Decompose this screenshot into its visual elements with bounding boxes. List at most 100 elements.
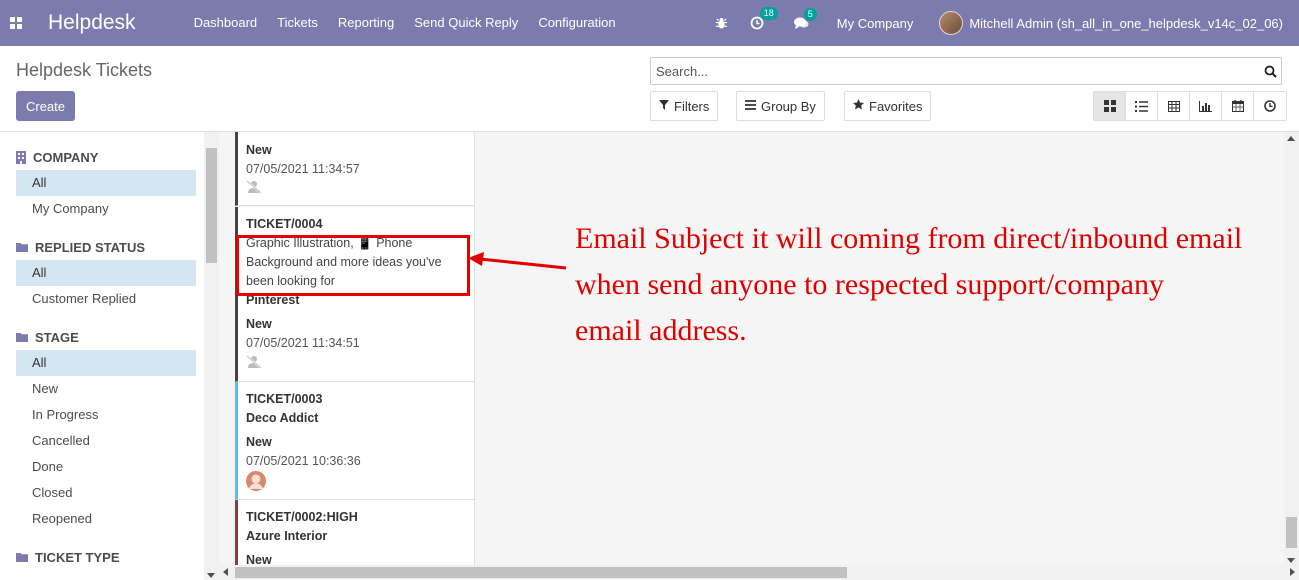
scroll-down-arrow-icon[interactable] xyxy=(207,573,215,578)
section-header-ticket-type: TICKET TYPE xyxy=(16,544,196,570)
activity-icon[interactable] xyxy=(1254,92,1286,120)
facet-stage-done[interactable]: Done xyxy=(16,454,196,480)
menu-tickets[interactable]: Tickets xyxy=(267,0,328,46)
menu-configuration[interactable]: Configuration xyxy=(528,0,625,46)
annotation-text: Email Subject it will coming from direct… xyxy=(575,216,1295,354)
group-by-button[interactable]: Group By xyxy=(736,91,825,121)
page-title: Helpdesk Tickets xyxy=(16,60,153,80)
card-date: 07/05/2021 11:34:51 xyxy=(246,336,360,350)
bug-icon[interactable] xyxy=(715,17,728,30)
section-title: STAGE xyxy=(35,329,79,345)
card-reference: TICKET/0004 xyxy=(246,217,323,231)
unassigned-user-icon[interactable] xyxy=(246,355,262,372)
facet-stage-in-progress[interactable]: In Progress xyxy=(16,402,196,428)
main-horizontal-scrollbar[interactable] xyxy=(219,565,1299,580)
search-icon[interactable] xyxy=(1259,60,1281,82)
section-title: REPLIED STATUS xyxy=(35,239,146,255)
facet-stage-cancelled[interactable]: Cancelled xyxy=(16,428,196,454)
search-panel: COMPANY All My Company REPLIED STATUS Al… xyxy=(0,132,204,580)
scroll-right-arrow-icon[interactable] xyxy=(1290,568,1295,576)
scroll-left-arrow-icon[interactable] xyxy=(223,568,228,576)
menu-dashboard[interactable]: Dashboard xyxy=(184,0,268,46)
card-partner: Azure Interior xyxy=(246,529,328,543)
facet-replied-all[interactable]: All xyxy=(16,260,196,286)
star-icon xyxy=(853,99,864,113)
card-stage: New xyxy=(246,435,272,449)
messages-icon[interactable]: 5 xyxy=(793,7,817,30)
menu-reporting[interactable]: Reporting xyxy=(328,0,404,46)
main-vertical-scrollbar[interactable] xyxy=(1284,132,1299,565)
kanban-column-new: New 07/05/2021 11:34:57 TICKET/0004 Grap… xyxy=(235,132,475,565)
main-menu: Dashboard Tickets Reporting Send Quick R… xyxy=(184,0,626,46)
replied-status-section: REPLIED STATUS All Customer Replied xyxy=(16,234,196,312)
top-navbar: Helpdesk Dashboard Tickets Reporting Sen… xyxy=(0,0,1299,46)
facet-stage-new[interactable]: New xyxy=(16,376,196,402)
annotation-line: email address. xyxy=(575,314,747,347)
control-panel: Helpdesk Tickets Create Filters Group By… xyxy=(0,46,1299,132)
scroll-up-arrow-icon[interactable] xyxy=(1287,136,1295,141)
facet-company-my-company[interactable]: My Company xyxy=(16,196,196,222)
main-scroll-thumb[interactable] xyxy=(1286,517,1297,548)
search-bar xyxy=(650,57,1282,85)
horizontal-scroll-thumb[interactable] xyxy=(235,567,847,578)
facet-company-all[interactable]: All xyxy=(16,170,196,196)
scroll-down-arrow-icon[interactable] xyxy=(1287,558,1295,563)
card-date: 07/05/2021 11:34:57 xyxy=(246,162,360,176)
calendar-icon[interactable] xyxy=(1222,92,1254,120)
annotation-line: Email Subject it will coming from direct… xyxy=(575,222,1243,255)
kanban-card[interactable]: TICKET/0002:HIGH Azure Interior New xyxy=(235,500,474,565)
message-count-badge: 5 xyxy=(803,7,817,21)
annotation-arrow xyxy=(468,252,567,270)
card-stage: New xyxy=(246,553,272,565)
company-switcher[interactable]: My Company xyxy=(837,16,914,31)
facet-stage-reopened[interactable]: Reopened xyxy=(16,506,196,532)
pivot-icon[interactable] xyxy=(1158,92,1190,120)
section-title: COMPANY xyxy=(33,149,99,165)
menu-send-quick-reply[interactable]: Send Quick Reply xyxy=(404,0,528,46)
annotation-line: when send anyone to respected support/co… xyxy=(575,268,1164,301)
filters-button[interactable]: Filters xyxy=(650,91,719,121)
card-date: 07/05/2021 10:36:36 xyxy=(246,454,361,468)
create-button[interactable]: Create xyxy=(16,91,75,121)
group-by-label: Group By xyxy=(761,98,816,114)
building-icon xyxy=(16,150,26,164)
facet-stage-all[interactable]: All xyxy=(16,350,196,376)
ticket-type-section: TICKET TYPE xyxy=(16,544,196,570)
user-avatar[interactable] xyxy=(939,11,964,35)
folder-icon xyxy=(16,242,28,252)
card-partner: Deco Addict xyxy=(246,411,319,425)
facet-stage-closed[interactable]: Closed xyxy=(16,480,196,506)
card-stage: New xyxy=(246,143,272,157)
kanban-card[interactable]: TICKET/0003 Deco Addict New 07/05/2021 1… xyxy=(235,382,474,500)
card-reference: TICKET/0003 xyxy=(246,392,323,406)
activity-clock-icon[interactable]: 18 xyxy=(750,7,778,30)
favorites-button[interactable]: Favorites xyxy=(844,91,932,121)
card-reference: TICKET/0002:HIGH xyxy=(246,510,358,524)
section-header-stage: STAGE xyxy=(16,324,196,350)
activity-count-badge: 18 xyxy=(759,7,778,20)
section-header-replied-status: REPLIED STATUS xyxy=(16,234,196,260)
unassigned-user-icon[interactable] xyxy=(246,180,262,197)
app-brand[interactable]: Helpdesk xyxy=(48,11,136,35)
list-icon[interactable] xyxy=(1126,92,1158,120)
folder-icon xyxy=(16,552,28,562)
funnel-icon xyxy=(659,99,669,113)
stage-section: STAGE All New In Progress Cancelled Done… xyxy=(16,324,196,532)
folder-icon xyxy=(16,332,28,342)
sidebar-scroll-thumb[interactable] xyxy=(206,148,217,263)
search-input[interactable] xyxy=(656,63,1259,79)
section-header-company: COMPANY xyxy=(16,144,196,170)
user-menu[interactable]: Mitchell Admin (sh_all_in_one_helpdesk_v… xyxy=(969,16,1283,31)
kanban-card[interactable]: New 07/05/2021 11:34:57 xyxy=(235,132,474,206)
filters-label: Filters xyxy=(674,98,710,114)
section-title: TICKET TYPE xyxy=(35,549,120,565)
graph-icon[interactable] xyxy=(1190,92,1222,120)
assignee-avatar[interactable] xyxy=(246,471,266,494)
bars-icon xyxy=(745,99,756,113)
sidebar-scrollbar[interactable] xyxy=(204,132,219,580)
company-section: COMPANY All My Company xyxy=(16,144,196,222)
facet-customer-replied[interactable]: Customer Replied xyxy=(16,286,196,312)
apps-menu-icon[interactable] xyxy=(10,17,22,29)
navbar-systray: 18 5 My Company Mitchell Admin (sh_all_i… xyxy=(693,0,1283,46)
kanban-icon[interactable] xyxy=(1094,92,1126,120)
